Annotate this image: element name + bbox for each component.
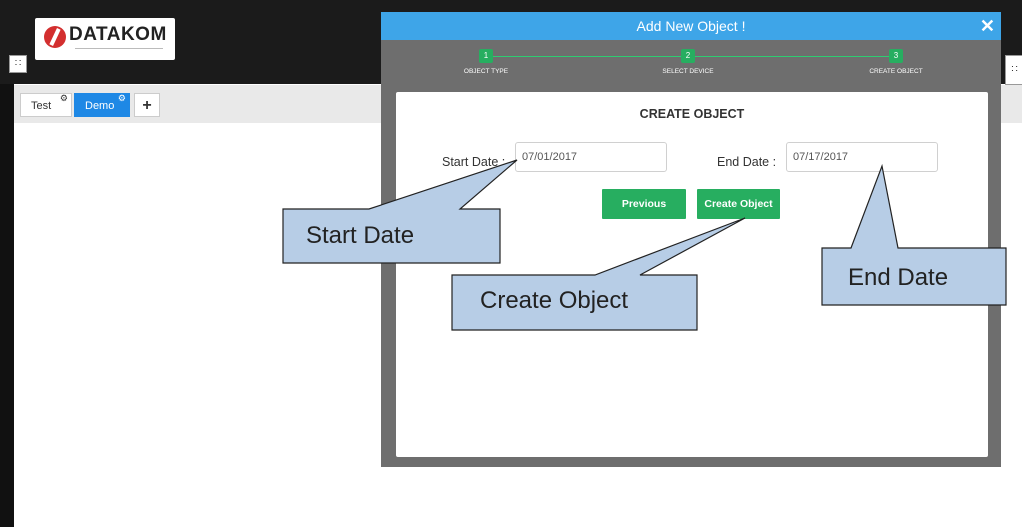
start-date-callout: Start Date [306, 222, 415, 249]
end-date-callout: End Date [848, 264, 949, 291]
create-object-callout: Create Object [480, 287, 629, 314]
